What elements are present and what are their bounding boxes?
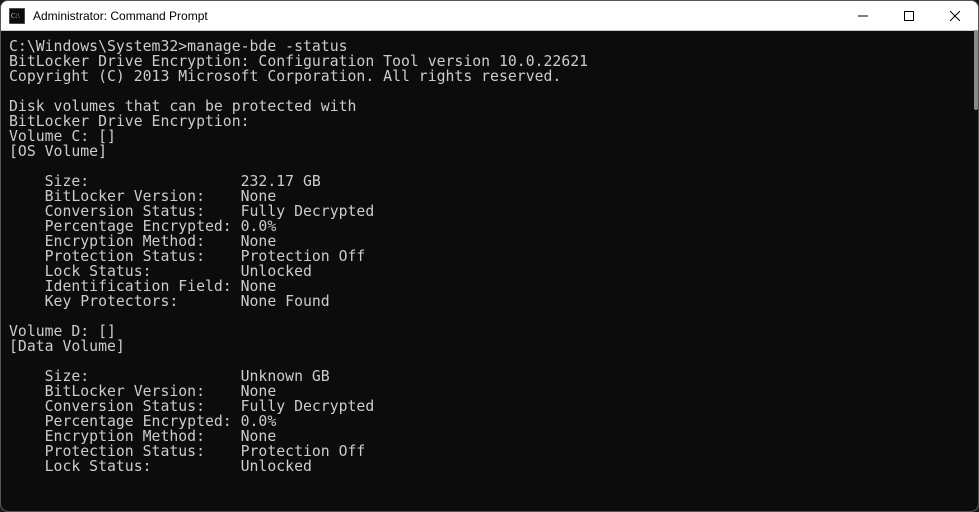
terminal-line: [Data Volume] (9, 339, 978, 354)
terminal-line: Lock Status: Unlocked (9, 459, 978, 474)
terminal-line: Size: 232.17 GB (9, 174, 978, 189)
terminal-line: Encryption Method: None (9, 234, 978, 249)
terminal-line: Copyright (C) 2013 Microsoft Corporation… (9, 69, 978, 84)
terminal-line (9, 309, 978, 324)
terminal-line: Percentage Encrypted: 0.0% (9, 414, 978, 429)
terminal-line: [OS Volume] (9, 144, 978, 159)
terminal-line: Key Protectors: None Found (9, 294, 978, 309)
terminal-line: Percentage Encrypted: 0.0% (9, 219, 978, 234)
window-title: Administrator: Command Prompt (33, 9, 840, 23)
terminal-line: Size: Unknown GB (9, 369, 978, 384)
close-button[interactable] (932, 1, 978, 30)
terminal-line: BitLocker Version: None (9, 189, 978, 204)
window-controls (840, 1, 978, 30)
terminal-line: Conversion Status: Fully Decrypted (9, 399, 978, 414)
minimize-button[interactable] (840, 1, 886, 30)
scrollbar-thumb[interactable] (974, 30, 978, 110)
terminal-line: BitLocker Version: None (9, 384, 978, 399)
terminal-line (9, 159, 978, 174)
cmd-window: C:\ Administrator: Command Prompt C:\Win… (0, 0, 979, 512)
titlebar[interactable]: C:\ Administrator: Command Prompt (1, 1, 978, 31)
terminal-line (9, 84, 978, 99)
terminal-line: BitLocker Drive Encryption: Configuratio… (9, 54, 978, 69)
scrollbar[interactable] (970, 30, 978, 511)
terminal-line: Protection Status: Protection Off (9, 444, 978, 459)
svg-text:C:\: C:\ (11, 12, 20, 20)
terminal-line: Volume C: [] (9, 129, 978, 144)
maximize-button[interactable] (886, 1, 932, 30)
terminal-line: Identification Field: None (9, 279, 978, 294)
terminal-line: Disk volumes that can be protected with (9, 99, 978, 114)
cmd-icon: C:\ (9, 8, 25, 24)
terminal-line: Encryption Method: None (9, 429, 978, 444)
terminal-output[interactable]: C:\Windows\System32>manage-bde -statusBi… (1, 31, 978, 511)
terminal-line: Protection Status: Protection Off (9, 249, 978, 264)
terminal-line: Volume D: [] (9, 324, 978, 339)
terminal-line: C:\Windows\System32>manage-bde -status (9, 39, 978, 54)
terminal-line: Lock Status: Unlocked (9, 264, 978, 279)
terminal-line: BitLocker Drive Encryption: (9, 114, 978, 129)
terminal-line (9, 354, 978, 369)
terminal-line: Conversion Status: Fully Decrypted (9, 204, 978, 219)
